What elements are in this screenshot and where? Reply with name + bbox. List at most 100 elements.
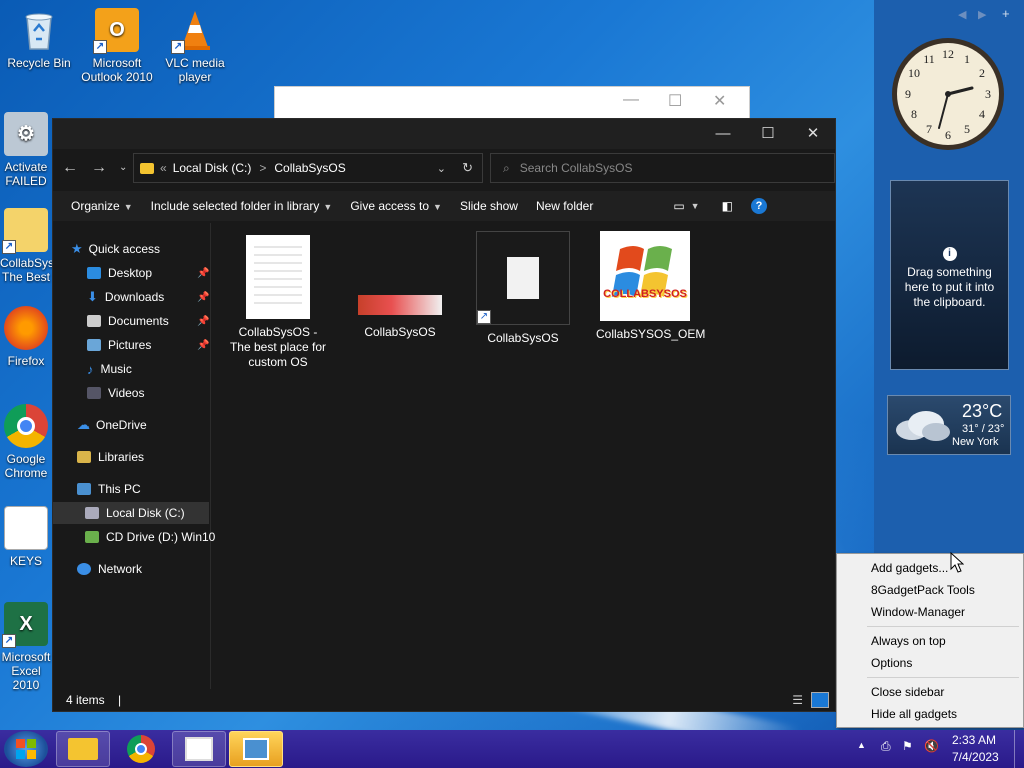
nav-videos[interactable]: Videos (87, 382, 144, 404)
nav-pictures[interactable]: Pictures 📌 (87, 334, 209, 356)
menu-gadgetpack-tools[interactable]: 8GadgetPack Tools (871, 583, 975, 597)
help-icon[interactable]: ? (750, 198, 767, 214)
file-name: CollabSysOS - The best place for custom … (229, 325, 327, 369)
next-gadget-icon[interactable]: ▶ (978, 8, 986, 21)
breadcrumb-overflow[interactable]: « (160, 161, 167, 175)
clipboard-gadget[interactable]: i Drag something here to put it into the… (890, 180, 1009, 370)
menu-always-on-top[interactable]: Always on top (871, 634, 946, 648)
change-view-icon[interactable]: ▭ (673, 199, 684, 213)
menu-options[interactable]: Options (871, 656, 912, 670)
desktop-icon-outlook[interactable]: O ↗ Microsoft Outlook 2010 (78, 8, 156, 84)
minimize-icon[interactable]: — (623, 91, 639, 109)
menu-window-manager[interactable]: Window-Manager (871, 605, 965, 619)
nav-desktop[interactable]: Desktop 📌 (87, 262, 209, 284)
cd-drive-icon (85, 531, 99, 543)
nav-network[interactable]: Network (77, 558, 142, 580)
nav-documents[interactable]: Documents 📌 (87, 310, 209, 332)
computer-icon (77, 483, 91, 495)
desktop-icon-activate[interactable]: ⚙ Activate FAILED (0, 112, 52, 188)
address-bar[interactable]: « Local Disk (C:) > CollabSysOS ⌄ ↻ (133, 153, 483, 183)
svg-text:11: 11 (923, 52, 935, 66)
organize-button[interactable]: Organize ▼ (71, 199, 133, 213)
picture-icon (87, 339, 101, 351)
desktop-icon-firefox[interactable]: Firefox (0, 306, 52, 368)
nav-local-disk[interactable]: Local Disk (C:) (53, 502, 209, 524)
maximize-button[interactable]: ☐ (748, 123, 788, 145)
weather-gadget[interactable]: 23°C 31° / 23° New York (887, 395, 1011, 455)
shortcut-arrow-icon: ↗ (2, 240, 16, 254)
clock-gadget[interactable]: 12 12 345 678 9 1011 (890, 36, 1006, 152)
action-center-icon[interactable]: ⚑ (902, 739, 913, 753)
breadcrumb-local-disk[interactable]: Local Disk (C:) (173, 161, 252, 175)
desktop-icon-collabsys[interactable]: ↗ CollabSys The Best (0, 208, 52, 284)
large-icons-view-icon[interactable] (811, 692, 829, 708)
search-input[interactable]: ⌕ Search CollabSysOS (490, 153, 835, 183)
desktop-icon-chrome[interactable]: Google Chrome (0, 404, 52, 480)
cloud-icon: ☁ (77, 417, 90, 432)
back-arrow-icon[interactable]: ← (62, 159, 78, 177)
menu-add-gadgets[interactable]: Add gadgets... (871, 561, 948, 575)
new-folder-button[interactable]: New folder (536, 199, 593, 213)
nav-music[interactable]: ♪ Music (87, 358, 132, 380)
nav-this-pc[interactable]: This PC (77, 478, 141, 500)
title-bar[interactable]: — ☐ ✕ (53, 119, 835, 149)
chrome-icon (127, 735, 155, 763)
info-icon: i (942, 247, 957, 261)
nav-onedrive[interactable]: ☁ OneDrive (77, 414, 147, 436)
pin-icon: 📌 (197, 315, 210, 327)
show-hidden-icons[interactable]: ▲ (857, 740, 866, 750)
drive-icon (85, 507, 99, 519)
chevron-down-icon: ▼ (433, 202, 442, 212)
network-tray-icon[interactable]: ⎙ (881, 739, 891, 754)
nav-cd-drive[interactable]: CD Drive (D:) Win10 (85, 526, 215, 548)
nav-quick-access[interactable]: ★ Quick access (71, 238, 160, 260)
desktop-icon-label: Microsoft Excel 2010 (1, 650, 51, 692)
menu-hide-all-gadgets[interactable]: Hide all gadgets (871, 707, 957, 721)
file-item-oem-logo[interactable]: COLLABSYSOS CollabSYSOS_OEM (596, 231, 705, 342)
desktop-icon-label: Activate FAILED (4, 160, 48, 188)
refresh-icon[interactable]: ↻ (462, 160, 473, 176)
details-view-icon[interactable]: ☰ (792, 689, 803, 711)
file-explorer-window[interactable]: — ☐ ✕ ← → ⌄ « Local Disk (C:) > CollabSy… (52, 118, 836, 712)
add-gadget-icon[interactable]: + (1002, 6, 1010, 21)
desktop-icon-excel[interactable]: X ↗ Microsoft Excel 2010 (0, 602, 52, 692)
close-button[interactable]: ✕ (793, 123, 833, 145)
menu-close-sidebar[interactable]: Close sidebar (871, 685, 944, 699)
libraries-icon (77, 451, 91, 463)
taskbar-file-explorer[interactable] (56, 731, 110, 767)
close-icon[interactable]: ✕ (713, 91, 726, 111)
desktop-icon-recycle-bin[interactable]: Recycle Bin (0, 8, 78, 70)
give-access-button[interactable]: Give access to ▼ (350, 199, 442, 213)
file-item-shortcut[interactable]: ↗ CollabSysOS (474, 231, 572, 346)
nav-downloads[interactable]: ⬇ Downloads 📌 (87, 286, 209, 308)
address-dropdown-icon[interactable]: ⌄ (437, 162, 446, 175)
clock-date[interactable]: 7/4/2023 (952, 750, 999, 764)
clock-time[interactable]: 2:33 AM (952, 733, 996, 747)
desktop-icon-vlc[interactable]: ↗ VLC media player (156, 8, 234, 84)
item-count: 4 items (66, 693, 105, 707)
slide-show-button[interactable]: Slide show (460, 199, 518, 213)
taskbar-photos[interactable] (172, 731, 226, 767)
start-button[interactable] (4, 731, 48, 767)
breadcrumb-collabsysos[interactable]: CollabSysOS (274, 161, 345, 175)
folder-icon (68, 738, 98, 760)
include-in-library-button[interactable]: Include selected folder in library ▼ (151, 199, 333, 213)
view-dropdown-icon[interactable]: ▼ (691, 201, 700, 211)
file-item-text-document[interactable]: CollabSysOS - The best place for custom … (229, 235, 327, 370)
image-thumbnail (358, 235, 442, 319)
taskbar-chrome[interactable] (114, 731, 168, 767)
volume-muted-icon[interactable]: 🔇 (924, 739, 939, 753)
folder-icon: ↗ (2, 208, 48, 254)
file-item-image[interactable]: CollabSysOS (351, 235, 449, 340)
previous-gadget-icon[interactable]: ◀ (958, 8, 966, 21)
nav-libraries[interactable]: Libraries (77, 446, 144, 468)
preview-pane-icon[interactable]: ◧ (722, 199, 733, 213)
forward-arrow-icon[interactable]: → (91, 159, 107, 177)
maximize-icon[interactable]: ☐ (668, 91, 682, 111)
show-desktop-button[interactable] (1014, 730, 1024, 768)
desktop-icon-keys[interactable]: KEYS (0, 506, 52, 568)
minimize-button[interactable]: — (703, 123, 743, 145)
taskbar-control-panel[interactable] (229, 731, 283, 767)
music-note-icon: ♪ (87, 361, 94, 377)
recent-chevron-icon[interactable]: ⌄ (119, 162, 127, 173)
